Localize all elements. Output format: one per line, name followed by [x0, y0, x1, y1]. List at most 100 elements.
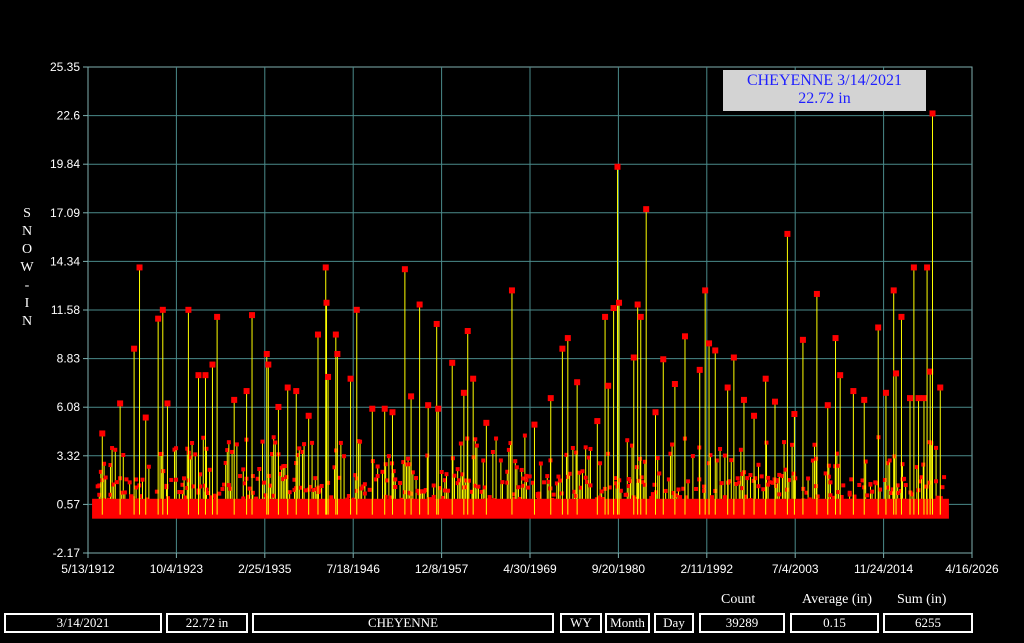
data-point — [610, 305, 617, 312]
minor-marker — [319, 483, 324, 488]
data-point — [643, 206, 650, 213]
y-axis-label-char: N — [21, 224, 33, 239]
minor-marker — [542, 480, 547, 485]
minor-marker — [367, 487, 372, 492]
minor-marker — [241, 467, 246, 472]
y-tick-label: 3.32 — [57, 449, 81, 463]
date-field: 3/14/2021 — [4, 613, 162, 633]
minor-marker — [790, 442, 795, 447]
value-field: 22.72 in — [166, 613, 248, 633]
data-point — [730, 354, 737, 361]
data-point — [435, 405, 442, 412]
minor-marker — [140, 477, 145, 482]
minor-marker — [921, 462, 926, 467]
minor-marker — [638, 456, 643, 461]
data-point — [314, 331, 321, 338]
y-axis-label-char: N — [21, 314, 33, 329]
data-point — [602, 313, 609, 320]
data-point — [202, 372, 209, 379]
minor-marker — [766, 475, 771, 480]
minor-marker — [226, 483, 231, 488]
minor-marker — [122, 490, 127, 495]
minor-marker — [260, 439, 265, 444]
minor-marker — [625, 438, 630, 443]
minor-marker — [302, 442, 307, 447]
minor-marker — [526, 485, 531, 490]
minor-marker — [250, 490, 255, 495]
month-button[interactable]: Month — [605, 613, 650, 633]
y-axis-label-char: S — [23, 206, 31, 221]
minor-marker — [934, 479, 939, 484]
data-point — [408, 393, 415, 400]
x-tick-label: 5/13/1912 — [61, 562, 115, 576]
minor-marker — [657, 471, 662, 476]
minor-marker — [282, 464, 287, 469]
minor-marker — [710, 495, 715, 500]
y-axis-label: SNOW-IN — [18, 205, 36, 331]
minor-marker — [722, 495, 727, 500]
minor-marker — [127, 480, 132, 485]
minor-marker — [234, 442, 239, 447]
minor-marker — [887, 458, 892, 463]
data-point — [616, 299, 623, 306]
minor-marker — [358, 439, 363, 444]
minor-marker — [362, 482, 367, 487]
minor-marker — [513, 459, 518, 464]
minor-marker — [494, 436, 499, 441]
minor-marker — [455, 467, 460, 472]
y-axis-label-char: W — [20, 260, 34, 275]
minor-marker — [841, 483, 846, 488]
minor-marker — [514, 465, 519, 470]
data-point — [893, 370, 900, 377]
minor-marker — [257, 467, 262, 472]
data-point — [243, 388, 250, 395]
data-point — [547, 395, 554, 402]
y-tick-label: 22.6 — [57, 109, 81, 123]
minor-marker — [375, 464, 380, 469]
minor-marker — [559, 491, 564, 496]
minor-marker — [201, 435, 206, 440]
y-axis-label-char: - — [24, 278, 30, 293]
minor-marker — [857, 483, 862, 488]
minor-marker — [273, 440, 278, 445]
data-point — [231, 396, 238, 403]
minor-marker — [313, 476, 318, 481]
sum-field: 6255 — [883, 613, 973, 633]
minor-marker — [580, 469, 585, 474]
minor-marker — [446, 488, 451, 493]
data-point — [791, 411, 798, 418]
minor-marker — [782, 440, 787, 445]
x-tick-label: 12/8/1957 — [415, 562, 469, 576]
data-point — [322, 264, 329, 271]
average-label: Average (in) — [802, 592, 873, 607]
base-band — [92, 498, 949, 519]
minor-marker — [230, 449, 235, 454]
minor-marker — [266, 473, 271, 478]
wy-button[interactable]: WY — [560, 613, 602, 633]
minor-marker — [814, 484, 819, 489]
y-tick-label: 17.09 — [50, 206, 80, 220]
count-field: 39289 — [699, 613, 785, 633]
data-point — [915, 395, 922, 402]
minor-marker — [134, 477, 139, 482]
minor-marker — [174, 446, 179, 451]
count-label: Count — [721, 592, 756, 607]
minor-marker — [690, 454, 695, 459]
data-point — [381, 405, 388, 412]
data-point — [937, 384, 944, 391]
data-point — [353, 306, 360, 313]
day-button[interactable]: Day — [654, 613, 694, 633]
data-point — [564, 335, 571, 342]
minor-marker — [114, 480, 119, 485]
data-point — [131, 345, 138, 352]
minor-marker — [670, 442, 675, 447]
minor-marker — [362, 491, 367, 496]
minor-marker — [481, 458, 486, 463]
minor-marker — [193, 452, 198, 457]
sum-label: Sum (in) — [897, 592, 947, 607]
minor-marker — [570, 445, 575, 450]
minor-marker — [814, 456, 819, 461]
minor-marker — [759, 474, 764, 479]
data-point — [464, 328, 471, 335]
minor-marker — [342, 454, 347, 459]
